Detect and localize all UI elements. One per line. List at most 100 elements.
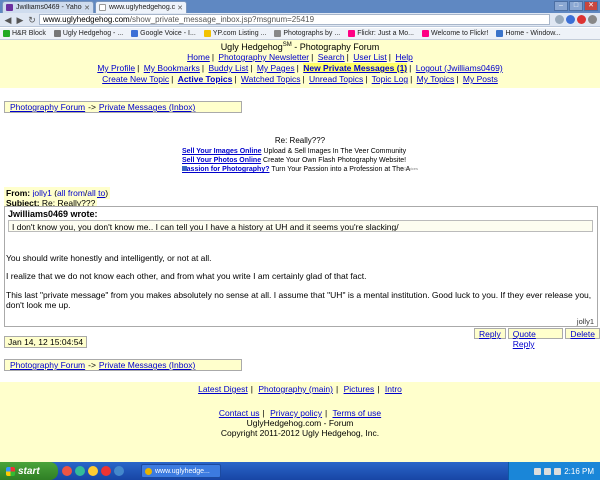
google-icon [131,30,139,37]
quick-launch [62,466,127,476]
close-window-icon[interactable]: ✕ [584,1,598,11]
app-icon[interactable] [62,466,72,476]
message-timestamp: Jan 14, 12 15:04:54 [4,336,88,348]
footer-privacy[interactable]: Privacy policy [270,408,322,418]
reload-icon[interactable]: ↻ [27,15,37,25]
ad-item: Sell Your Photos Online Create Your Own … [182,157,407,164]
flickr-icon [348,30,356,37]
tray-icon[interactable] [534,467,542,475]
footer-contact[interactable]: Contact us [219,408,260,418]
bookmark-item[interactable]: Ugly Hedgehog - ... [53,30,123,37]
forward-icon[interactable]: ▶ [15,15,25,25]
tray-icon[interactable] [554,467,562,475]
quote-reply-button[interactable]: Quote Reply [507,328,564,349]
address-bar: ◀ ▶ ↻ www.uglyhedgehog.com/show_private_… [0,13,600,27]
nav-watched-topics[interactable]: Watched Topics [241,74,301,84]
nav-newsletter[interactable]: Photography Newsletter [218,52,309,62]
bookmark-item[interactable]: Flickr: Just a Mo... [348,30,414,37]
bookmark-item[interactable]: Google Voice - I... [131,30,196,37]
footer-links-primary: Latest Digest | Photography (main) | Pictu… [198,384,402,394]
nav-my-posts[interactable]: My Posts [463,74,498,84]
reply-button[interactable]: Reply [474,328,506,339]
yahoo-icon [6,4,13,11]
maximize-icon[interactable]: □ [569,1,583,11]
flickr-icon [422,30,430,37]
ad-link[interactable]: Sell Your Images Online [182,148,262,155]
message-actions: Reply Quote Reply Delete [472,328,600,349]
url-domain: www.uglyhedgehog.com [43,15,130,24]
bookmark-item[interactable]: Home - Window... [496,30,561,37]
nav-row-topics: Create New Topic | Active Topics | Watched… [102,74,498,84]
nav-active-topics[interactable]: Active Topics [178,74,233,84]
bookmark-item[interactable]: YP.com Listing ... [203,30,266,37]
taskbar-item-browser[interactable]: www.uglyhedge... [141,464,221,478]
back-icon[interactable]: ◀ [3,15,13,25]
breadcrumb-forum-link[interactable]: Photography Forum [10,102,85,112]
footer-photography-main[interactable]: Photography (main) [258,384,333,394]
adchoices-icon[interactable] [182,166,187,172]
app-icon[interactable] [75,466,85,476]
browser-tab-uglyhedgehog[interactable]: www.uglyhedgehog.com ✕ [95,1,187,13]
system-tray: 2:16 PM [508,462,600,480]
footer-latest-digest[interactable]: Latest Digest [198,384,248,394]
app-icon[interactable] [101,466,111,476]
breadcrumb-forum-link[interactable]: Photography Forum [10,360,85,370]
footer-pictures[interactable]: Pictures [344,384,375,394]
url-input[interactable]: www.uglyhedgehog.com/show_private_messag… [39,14,550,25]
close-tab-icon[interactable]: ✕ [84,4,90,12]
minimize-icon[interactable]: – [554,1,568,11]
url-path: /show_private_message_inbox.jsp?msgnum=2… [129,15,315,24]
wrench-icon[interactable] [588,15,597,24]
site-footer: Latest Digest | Photography (main) | Pictu… [0,382,600,462]
browser-tab-yahoo[interactable]: Jwilliams0469 - Yahoo! ✕ [2,1,94,13]
nav-create-topic[interactable]: Create New Topic [102,74,169,84]
tab-label: Jwilliams0469 - Yahoo! [16,4,83,11]
nav-buddy-list[interactable]: Buddy List [209,63,249,73]
chrome-icon [145,467,152,475]
footer-terms[interactable]: Terms of use [332,408,381,418]
start-button[interactable]: start [0,462,58,480]
breadcrumb-inbox-link[interactable]: Private Messages (Inbox) [99,360,195,370]
app-icon[interactable] [114,466,124,476]
breadcrumb-bottom: Photography Forum -> Private Messages (I… [4,359,242,371]
nav-row-user: My Profile | My Bookmarks | Buddy List | My… [97,63,503,73]
breadcrumb-inbox-link[interactable]: Private Messages (Inbox) [99,102,195,112]
ad-link[interactable]: Sell Your Photos Online [182,157,261,164]
nav-home[interactable]: Home [187,52,210,62]
footer-copyright: Copyright 2011-2012 Ugly Hedgehog, Inc. [220,428,380,438]
tab-label: www.uglyhedgehog.com [109,4,176,11]
extension-icon[interactable] [577,15,586,24]
extension-icons [553,15,597,24]
footer-domain: UglyHedgehog.com - Forum [246,418,354,428]
nav-new-private-messages[interactable]: New Private Messages (1) [303,63,408,73]
nav-logout[interactable]: Logout (Jwilliams0469) [416,63,503,73]
app-icon[interactable] [88,466,98,476]
breadcrumb-top: Photography Forum -> Private Messages (I… [4,101,242,113]
footer-links-legal: Contact us | Privacy policy | Terms of use [218,408,382,418]
delete-button[interactable]: Delete [565,328,600,339]
quote-author: Jwilliams0469 wrote: [8,209,98,219]
bookmark-item[interactable]: H&R Block [3,30,46,37]
nav-my-pages[interactable]: My Pages [257,63,295,73]
bookmark-star-icon[interactable] [555,15,564,24]
page-icon [99,4,106,11]
site-header: Ugly HedgehogSM - Photography Forum Home… [0,40,600,88]
nav-unread-topics[interactable]: Unread Topics [309,74,363,84]
nav-user-list[interactable]: User List [353,52,387,62]
nav-search[interactable]: Search [318,52,345,62]
extension-icon[interactable] [566,15,575,24]
nav-my-topics[interactable]: My Topics [417,74,455,84]
message-paragraph: This last "private message" from you mak… [6,290,592,310]
nav-my-bookmarks[interactable]: My Bookmarks [144,63,200,73]
nav-my-profile[interactable]: My Profile [97,63,135,73]
nav-help[interactable]: Help [395,52,412,62]
nav-topic-log[interactable]: Topic Log [372,74,408,84]
bookmark-item[interactable]: Welcome to Flickr! [422,30,488,37]
bookmark-item[interactable]: Photographs by ... [274,30,340,37]
footer-intro[interactable]: Intro [385,384,402,394]
close-tab-icon[interactable]: ✕ [177,4,183,12]
yp-icon [203,30,211,37]
tray-icon[interactable] [544,467,552,475]
ad-choices: AdChoices [182,166,422,172]
taskbar: start www.uglyhedge... 2:16 PM [0,462,600,480]
